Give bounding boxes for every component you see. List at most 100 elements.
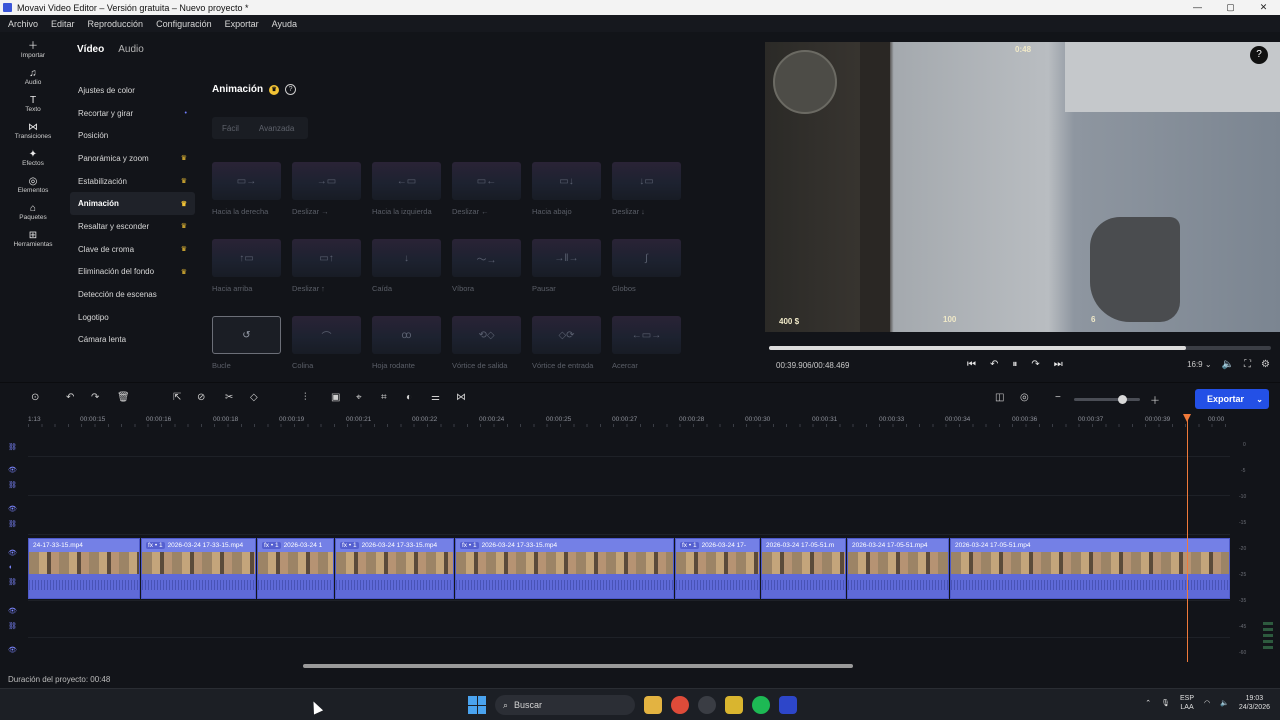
link-icon[interactable]: ⛓ xyxy=(8,578,17,586)
settings-icon[interactable]: ⚙ xyxy=(1261,359,1270,370)
zoom-slider-knob[interactable] xyxy=(1118,395,1127,404)
timeline-clip[interactable]: 2026-03-24 17-05-51.m xyxy=(761,538,846,599)
playhead-handle[interactable] xyxy=(1183,414,1191,422)
timeline-clip[interactable]: fx • 1 2026-03-24 17-33-15.mp4 xyxy=(335,538,454,599)
notes-app-icon[interactable] xyxy=(725,696,743,714)
skip-end-icon[interactable]: ⏭ xyxy=(1054,359,1063,370)
maximize-icon[interactable]: ▢ xyxy=(1214,0,1247,15)
spotify-icon[interactable] xyxy=(752,696,770,714)
clock[interactable]: 19:03 24/3/2026 xyxy=(1239,694,1270,712)
timeline-zoom-slider[interactable] xyxy=(1074,395,1140,404)
export-button[interactable]: Exportar ⌄ xyxy=(1195,389,1269,409)
video-preview[interactable]: 0:48 400 $ 100 6 ? xyxy=(765,42,1280,332)
transition-icon[interactable]: ⋈ xyxy=(456,392,466,403)
forward-icon[interactable]: ↷ xyxy=(1031,359,1039,370)
file-explorer-icon[interactable] xyxy=(644,696,662,714)
timeline-ruler[interactable]: 1:13 00:00:15 00:00:16 00:00:18 00:00:19… xyxy=(28,414,1230,428)
timeline-clip[interactable]: 24-17-33-15.mp4 xyxy=(28,538,140,599)
eye-icon[interactable]: 👁 xyxy=(8,549,17,557)
movavi-icon[interactable] xyxy=(779,696,797,714)
tool-elementos[interactable]: ◎ Elementos xyxy=(0,171,66,198)
zoom-in-icon[interactable]: ＋ xyxy=(1150,392,1160,407)
link-icon[interactable]: ⛓ xyxy=(8,443,17,451)
effect-deslizar-izquierda[interactable]: ▭← Deslizar ← xyxy=(452,162,532,229)
tool-texto[interactable]: T Texto xyxy=(0,90,66,117)
timeline-horizontal-scrollbar[interactable] xyxy=(303,664,853,668)
chevron-up-icon[interactable]: ⌃ xyxy=(1145,699,1151,707)
preview-help-icon[interactable]: ? xyxy=(1250,46,1268,64)
effect-vortice-de-entrada[interactable]: ◇⟳ Vórtice de entrada xyxy=(532,316,612,383)
tool-paquetes[interactable]: ⌂ Paquetes xyxy=(0,198,66,225)
nav-item-logotipo[interactable]: Logotipo xyxy=(70,306,195,329)
tab-audio[interactable]: Audio xyxy=(118,44,144,55)
nav-item-animacion[interactable]: Animación ♛ xyxy=(70,192,195,216)
adjust-icon[interactable]: ⚌ xyxy=(431,392,440,403)
tool-importar[interactable]: ＋ Importar xyxy=(0,36,66,63)
effect-acercar[interactable]: ←▭→ Acercar xyxy=(612,316,692,383)
nav-item-panoramica-y-zoom[interactable]: Panorámica y zoom ♛ xyxy=(70,147,195,170)
menu-exportar[interactable]: Exportar xyxy=(217,19,264,29)
crop-frame-icon[interactable]: ▣ xyxy=(331,392,340,403)
marker-icon[interactable]: ◇ xyxy=(250,392,258,403)
tool-audio[interactable]: ♫ Audio xyxy=(0,63,66,90)
effect-vibora[interactable]: 〜→ Víbora xyxy=(452,239,532,306)
eye-icon[interactable]: 👁 xyxy=(8,505,17,513)
redo-icon[interactable]: ↷ xyxy=(91,392,99,403)
volume-icon[interactable]: 🔈 xyxy=(1222,359,1234,370)
obs-icon[interactable] xyxy=(698,696,716,714)
timeline-playhead[interactable] xyxy=(1183,414,1191,662)
select-tool-icon[interactable]: ⇱ xyxy=(173,392,181,403)
timeline-clip[interactable]: fx • 1 2026-03-24 17-33-15.mp4 xyxy=(455,538,674,599)
delete-icon[interactable]: 🗑 xyxy=(117,392,130,403)
volume-icon[interactable]: ◖ xyxy=(8,564,12,571)
menu-reproduccion[interactable]: Reproducción xyxy=(80,19,149,29)
mode-avanzada[interactable]: Avanzada xyxy=(249,124,304,133)
speaker-icon[interactable]: 🔈 xyxy=(1220,699,1229,707)
effect-hacia-la-derecha[interactable]: ▭→ Hacia la derecha xyxy=(212,162,292,229)
menu-archivo[interactable]: Archivo xyxy=(0,19,43,29)
snap-icon[interactable]: ◎ xyxy=(1020,392,1029,403)
rewind-icon[interactable]: ↶ xyxy=(990,359,998,370)
nav-item-camara-lenta[interactable]: Cámara lenta xyxy=(70,329,195,352)
nav-item-resaltar-y-esconder[interactable]: Resaltar y esconder ♛ xyxy=(70,215,195,238)
windows-start-icon[interactable] xyxy=(468,696,486,714)
audio-mix-icon[interactable]: ◫ xyxy=(995,392,1004,403)
effect-hoja-rodante[interactable]: ꝏ Hoja rodante xyxy=(372,316,452,383)
link-icon[interactable]: ⛓ xyxy=(8,622,17,630)
microphone-icon[interactable]: 🎙 xyxy=(1161,699,1170,707)
undo-icon[interactable]: ↶ xyxy=(66,392,74,403)
nav-item-estabilizacion[interactable]: Estabilización ♛ xyxy=(70,170,195,193)
effect-hacia-la-izquierda[interactable]: ←▭ Hacia la izquierda xyxy=(372,162,452,229)
block-icon[interactable]: ⊘ xyxy=(197,392,205,403)
close-icon[interactable]: ✕ xyxy=(1247,0,1280,15)
effect-hacia-abajo[interactable]: ▭↓ Hacia abajo xyxy=(532,162,612,229)
timeline-clip[interactable]: fx • 1 2026-03-24 1 xyxy=(257,538,334,599)
fullscreen-icon[interactable]: ⛶ xyxy=(1244,359,1251,370)
record-icon[interactable]: ⊙ xyxy=(31,392,39,403)
menu-editar[interactable]: Editar xyxy=(43,19,80,29)
focus-icon[interactable]: ⌖ xyxy=(356,392,362,403)
effect-deslizar-arriba[interactable]: ▭↑ Deslizar ↑ xyxy=(292,239,372,306)
tab-video[interactable]: Vídeo xyxy=(77,44,104,55)
cut-icon[interactable]: ✂ xyxy=(225,392,233,403)
effect-caida[interactable]: ↓ Caída xyxy=(372,239,452,306)
color-icon[interactable]: ◐ xyxy=(406,392,412,403)
language-indicator[interactable]: ESP LAA xyxy=(1180,694,1194,712)
effect-deslizar-abajo[interactable]: ↓▭ Deslizar ↓ xyxy=(612,162,692,229)
eye-icon[interactable]: 👁 xyxy=(8,646,17,654)
help-icon[interactable]: ? xyxy=(285,84,297,95)
tool-efectos[interactable]: ✦ Efectos xyxy=(0,144,66,171)
audio-split-icon[interactable]: ⫶ xyxy=(304,392,307,403)
menu-ayuda[interactable]: Ayuda xyxy=(264,19,302,29)
effect-globos[interactable]: ∫ Globos xyxy=(612,239,692,306)
effect-deslizar-derecha[interactable]: →▭ Deslizar → xyxy=(292,162,372,229)
tool-herramientas[interactable]: ⊞ Herramientas xyxy=(0,225,66,252)
effect-bucle[interactable]: ↺ Bucle xyxy=(212,316,292,383)
timeline-clip[interactable]: fx • 1 2026-03-24 17-33-15.mp4 xyxy=(141,538,256,599)
timeline-clip[interactable]: 2026-03-24 17-05-51.mp4 xyxy=(847,538,949,599)
nav-item-eliminacion-del-fondo[interactable]: Eliminación del fondo ♛ xyxy=(70,261,195,284)
eye-icon[interactable]: 👁 xyxy=(8,607,17,615)
wifi-icon[interactable]: ◠ xyxy=(1204,699,1210,707)
nav-item-deteccion-de-escenas[interactable]: Detección de escenas xyxy=(70,283,195,306)
eye-icon[interactable]: 👁 xyxy=(8,466,17,474)
